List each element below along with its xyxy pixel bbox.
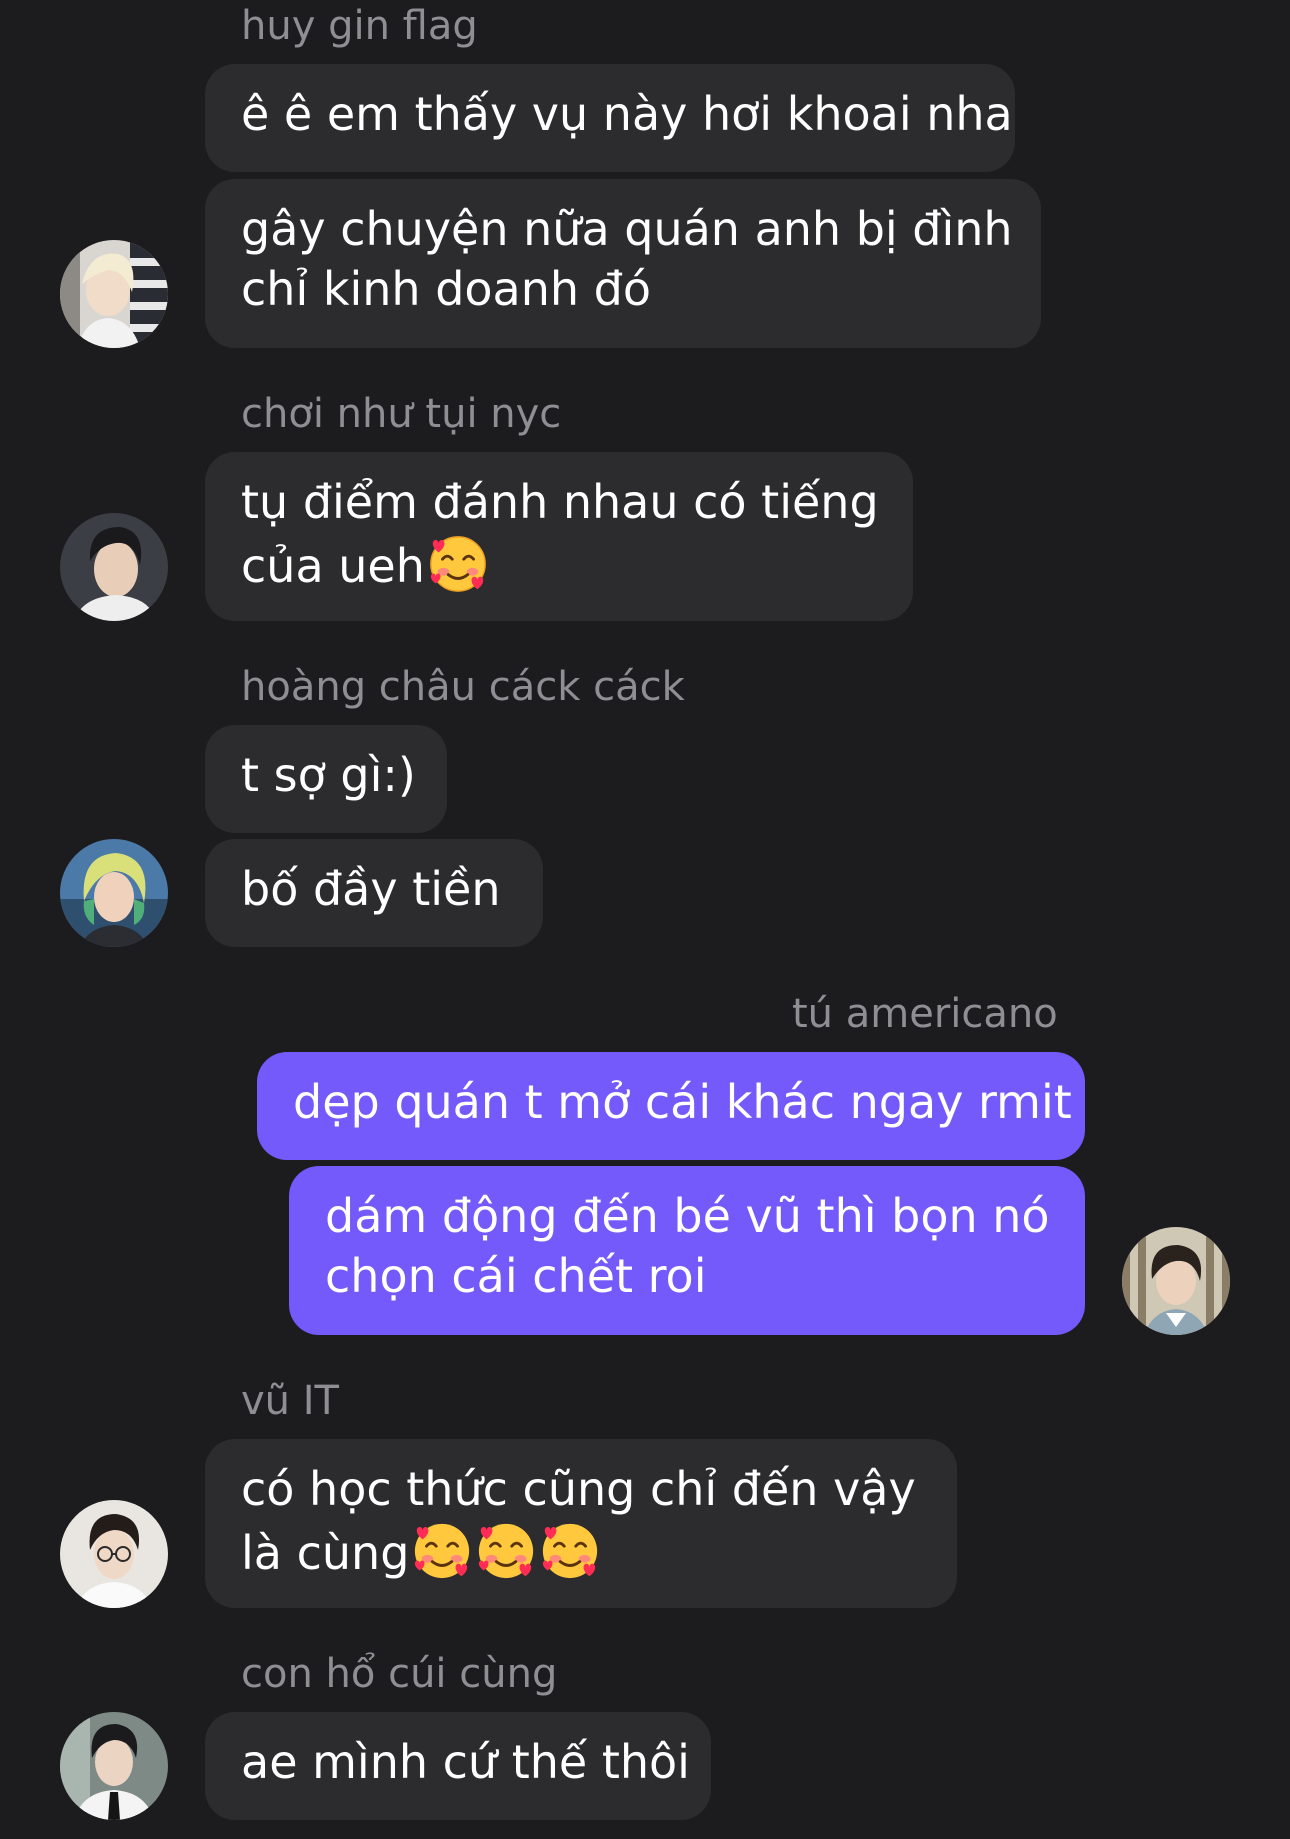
message-bubble[interactable]: gây chuyện nữa quán anh bị đình chỉ kinh… [205, 179, 1041, 348]
smiling-face-with-hearts-icon [475, 1519, 537, 1581]
sender-name: vũ IT [241, 1378, 339, 1424]
avatar-curtain-icon[interactable] [1122, 1227, 1230, 1335]
message-text: tụ điểm đánh nhau có tiếng [241, 475, 879, 529]
message-bubble[interactable]: dẹp quán t mở cái khác ngay rmit [257, 1052, 1085, 1160]
sender-name: con hổ cúi cùng [241, 1651, 558, 1697]
avatar-suit-icon[interactable] [60, 1712, 168, 1820]
message-bubble[interactable]: có học thức cũng chỉ đến vậy là cùng [205, 1439, 957, 1608]
message-text: ê ê em thấy vụ này hơi khoai nha [241, 87, 1013, 141]
smiling-face-with-hearts-icon [539, 1519, 601, 1581]
smiling-face-with-hearts-icon [411, 1519, 473, 1581]
avatar-glasses-icon[interactable] [60, 1500, 168, 1608]
message-text: chỉ kinh doanh đó [241, 262, 652, 316]
message-text: dám động đến bé vũ thì bọn nó [325, 1189, 1050, 1243]
smiling-face-with-hearts-icon [427, 532, 489, 594]
avatar-darkhair-icon[interactable] [60, 513, 168, 621]
sender-name: huy gin flag [241, 3, 478, 49]
avatar-blonde-icon[interactable] [60, 240, 168, 348]
message-text: chọn cái chết roi [325, 1249, 707, 1303]
sender-name: chơi như tụi nyc [241, 391, 562, 437]
message-bubble[interactable]: bố đầy tiền [205, 839, 543, 947]
sender-name: tú americano [792, 991, 1058, 1037]
sender-name: hoàng châu cáck cáck [241, 664, 685, 710]
message-text: ae mình cứ thế thôi [241, 1735, 690, 1789]
message-bubble[interactable]: t sợ gì:) [205, 725, 447, 833]
message-text: gây chuyện nữa quán anh bị đình [241, 202, 1013, 256]
message-text: bố đầy tiền [241, 862, 501, 916]
message-text: của ueh [241, 539, 425, 593]
message-bubble[interactable]: ae mình cứ thế thôi [205, 1712, 711, 1820]
message-text: là cùng [241, 1526, 410, 1580]
message-text: dẹp quán t mở cái khác ngay rmit [293, 1075, 1072, 1129]
message-text: t sợ gì:) [241, 748, 416, 802]
message-text: có học thức cũng chỉ đến vậy [241, 1462, 916, 1516]
message-bubble[interactable]: tụ điểm đánh nhau có tiếng của ueh [205, 452, 913, 621]
avatar-greenhair-icon[interactable] [60, 839, 168, 947]
message-bubble[interactable]: ê ê em thấy vụ này hơi khoai nha [205, 64, 1015, 172]
message-bubble[interactable]: dám động đến bé vũ thì bọn nó chọn cái c… [289, 1166, 1085, 1335]
